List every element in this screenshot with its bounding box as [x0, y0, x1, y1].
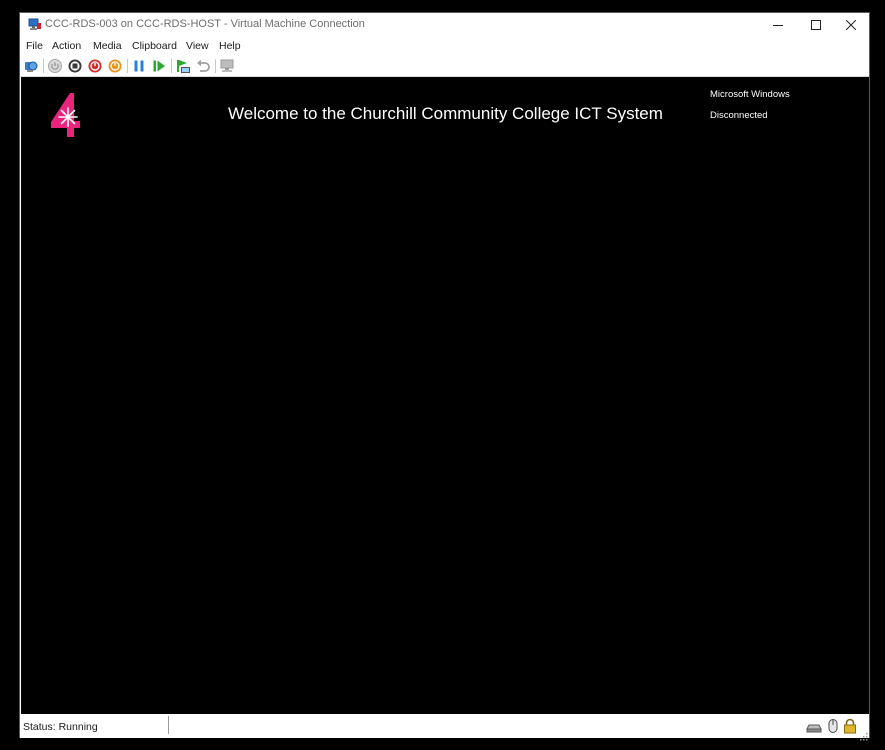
connection-state-label: Disconnected: [710, 110, 768, 121]
vm-connection-window: CCC-RDS-003 on CCC-RDS-HOST - Virtual Ma…: [19, 12, 870, 741]
toolbar-separator: [127, 59, 128, 73]
pause-icon[interactable]: [131, 58, 147, 74]
mouse-icon: [825, 718, 841, 734]
toolbar-separator: [215, 59, 216, 73]
revert-icon[interactable]: [195, 58, 211, 74]
close-button[interactable]: [832, 13, 870, 37]
toolbar: [20, 55, 869, 77]
status-separator: [168, 716, 169, 734]
college-logo: [48, 91, 90, 139]
resize-grip-icon[interactable]: [860, 728, 868, 741]
menu-media[interactable]: Media: [93, 40, 122, 52]
toolbar-separator: [43, 59, 44, 73]
status-bar: Status: Running: [20, 714, 869, 741]
checkpoint-icon[interactable]: [175, 58, 191, 74]
window-title: CCC-RDS-003 on CCC-RDS-HOST - Virtual Ma…: [45, 18, 365, 30]
ctrl-alt-del-icon[interactable]: [23, 58, 39, 74]
turn-off-icon[interactable]: [67, 58, 83, 74]
resume-icon[interactable]: [151, 58, 167, 74]
start-icon[interactable]: [47, 58, 63, 74]
menu-action[interactable]: Action: [52, 40, 81, 52]
vm-screen[interactable]: Welcome to the Churchill Community Colle…: [21, 77, 869, 714]
save-icon[interactable]: [107, 58, 123, 74]
status-text: Status: Running: [23, 721, 98, 733]
title-bar: CCC-RDS-003 on CCC-RDS-HOST - Virtual Ma…: [20, 13, 869, 37]
minimize-button[interactable]: [759, 13, 797, 37]
menu-bar: File Action Media Clipboard View Help: [20, 37, 869, 55]
enhanced-session-icon[interactable]: [219, 58, 235, 74]
welcome-message: Welcome to the Churchill Community Colle…: [228, 104, 663, 123]
menu-file[interactable]: File: [26, 40, 43, 52]
lock-icon: [842, 718, 858, 734]
menu-clipboard[interactable]: Clipboard: [132, 40, 177, 52]
toolbar-separator: [171, 59, 172, 73]
os-label: Microsoft Windows: [710, 89, 790, 100]
keyboard-icon: [806, 718, 822, 734]
shutdown-icon[interactable]: [87, 58, 103, 74]
menu-help[interactable]: Help: [219, 40, 241, 52]
menu-view[interactable]: View: [186, 40, 209, 52]
maximize-button[interactable]: [797, 13, 835, 37]
vm-connection-app-icon: [28, 18, 42, 31]
